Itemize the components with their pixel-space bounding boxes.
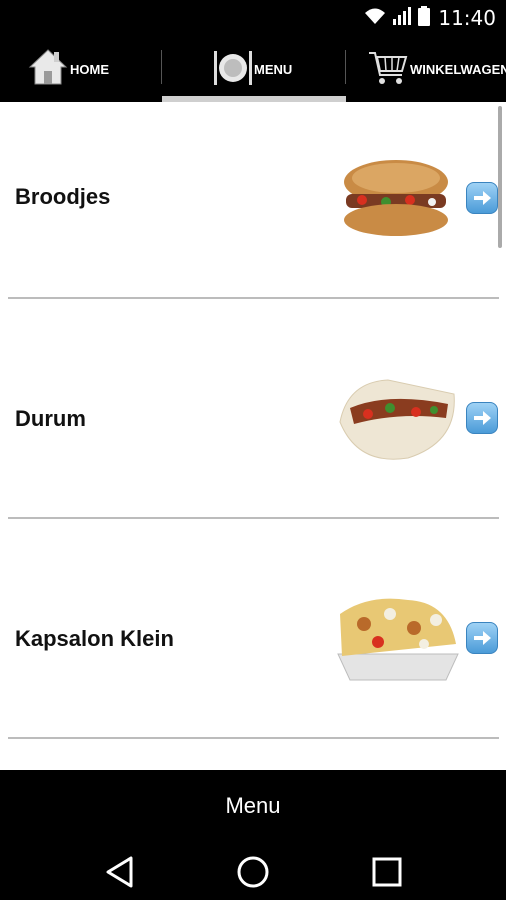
- status-bar: 11:40: [0, 0, 506, 36]
- top-tab-bar: HOME MENU WINKELWAGEN: [0, 36, 506, 102]
- list-item[interactable]: Kapsalon Klein: [0, 542, 506, 762]
- arrow-right-icon[interactable]: [466, 182, 498, 214]
- tab-menu-label: MENU: [254, 61, 293, 77]
- wifi-icon: [364, 7, 386, 30]
- tab-divider: [345, 50, 346, 84]
- category-title: Kapsalon Klein: [15, 626, 174, 651]
- list-item[interactable]: Durum: [0, 322, 506, 542]
- house-icon: [28, 47, 68, 92]
- tab-winkelwagen-label: WINKELWAGEN: [410, 61, 506, 77]
- arrow-right-icon[interactable]: [466, 622, 498, 654]
- home-circle-icon[interactable]: [233, 852, 273, 892]
- list-item[interactable]: Broodjes: [0, 102, 506, 322]
- recents-square-icon[interactable]: [367, 852, 407, 892]
- doner-sandwich-photo: [328, 142, 464, 252]
- signal-icon: [392, 6, 412, 30]
- tab-winkelwagen[interactable]: WINKELWAGEN: [346, 36, 506, 102]
- tab-home[interactable]: HOME: [0, 36, 162, 102]
- category-title: Durum: [15, 406, 86, 431]
- plate-cutlery-icon: [212, 47, 254, 92]
- category-title: Broodjes: [15, 184, 111, 209]
- status-time: 11:40: [438, 6, 496, 30]
- arrow-right-icon[interactable]: [466, 402, 498, 434]
- back-icon[interactable]: [100, 852, 140, 892]
- bottom-title-label: Menu: [225, 793, 281, 818]
- tab-divider: [161, 50, 162, 84]
- battery-icon: [418, 5, 431, 31]
- system-nav-bar: [0, 842, 506, 900]
- durum-wrap-photo: [328, 362, 464, 472]
- bottom-title-bar: Menu: [0, 770, 506, 842]
- tab-menu[interactable]: MENU: [162, 36, 346, 102]
- row-separator: [8, 297, 499, 299]
- kapsalon-tray-photo: [328, 584, 464, 694]
- row-separator: [8, 517, 499, 519]
- category-list[interactable]: Broodjes Durum Kapsalon Klein: [0, 102, 506, 770]
- tab-home-label: HOME: [70, 61, 109, 77]
- row-separator: [8, 737, 499, 739]
- shopping-cart-icon: [368, 47, 408, 92]
